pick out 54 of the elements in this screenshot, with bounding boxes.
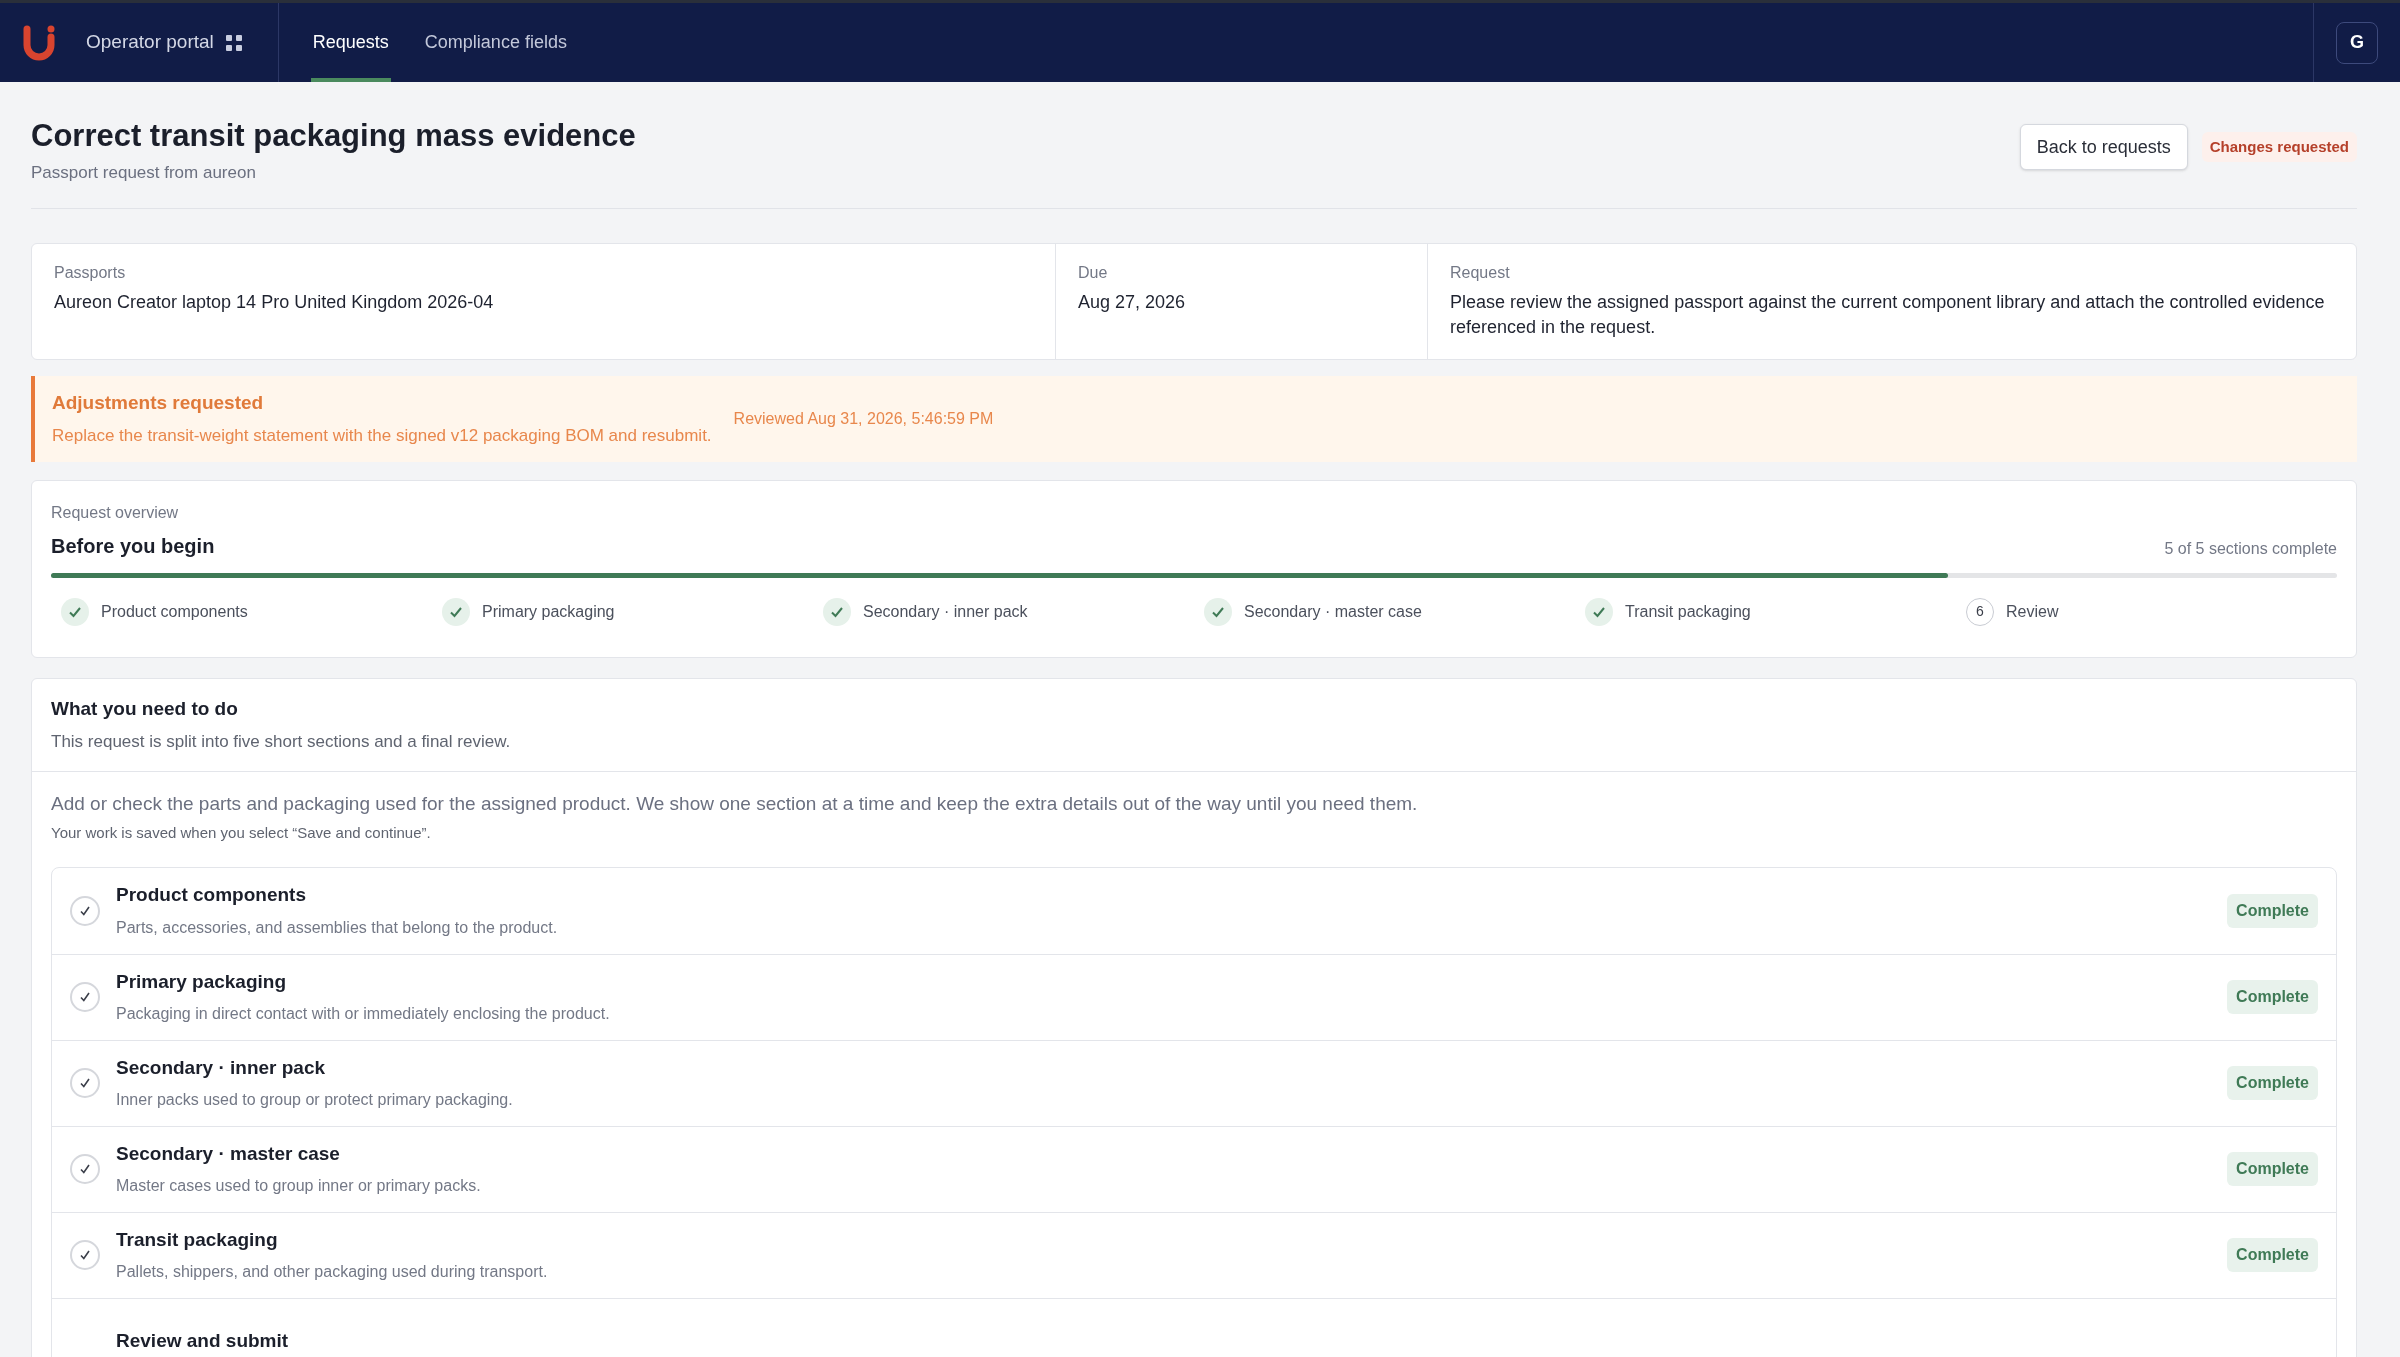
grid-icon [225,34,242,51]
alert-title: Adjustments requested [52,390,265,415]
section-title: Transit packaging [116,1227,279,1252]
page-title: Correct transit packaging mass evidence [31,117,636,155]
status-badge: Complete [2227,1066,2318,1100]
status-badge: Complete [2227,893,2318,928]
section-row[interactable]: Transit packaging Pallets, shippers, and other packaging used during transport. Complete [52,1211,2336,1298]
section-description: Master cases used to group inner or primary packs. [116,1176,482,1197]
nav-tab[interactable]: Requests [310,3,391,82]
field-value: Aureon Creator laptop 14 Pro United Kingdom 2026-04 [54,290,495,314]
overview-title: Before you begin [51,533,215,559]
back-button[interactable]: Back to requests [2019,124,2188,170]
field-value: Please review the assigned passport against the current component library and attach the controlled evidence referenced in the request. [1450,290,2326,339]
section-title: Primary packaging [116,969,288,994]
step-label: Secondary · inner pack [863,601,1028,622]
step-label: Secondary · master case [1244,601,1422,622]
section-row[interactable]: Secondary · master case Master cases used to group inner or primary packs. Complete [52,1125,2336,1212]
step-label: Review [2006,601,2059,622]
section-row[interactable]: Product components Parts, accessories, and assemblies that belong to the product. Complete [52,867,2336,954]
section-title: Secondary · master case [116,1141,341,1166]
section-row[interactable]: Review and submit [52,1297,2336,1357]
section-description: Parts, accessories, and assemblies that belong to the product. [116,917,559,938]
section-row[interactable]: Secondary · inner pack Inner packs used to group or protect primary packaging. Complete [52,1039,2336,1126]
field-value: Aug 27, 2026 [1078,290,1187,314]
field-label: Request [1450,262,1511,283]
save-note: Your work is saved when you select “Save and continue”. [51,823,432,843]
step-label: Primary packaging [482,601,615,622]
tasks-title: What you need to do [51,696,239,721]
status-badge: Complete [2227,1238,2318,1272]
section-title: Product components [116,883,307,908]
user-avatar[interactable]: G [2336,21,2378,64]
review-time: Reviewed Aug 31, 2026, 5:46:59 PM [733,408,994,429]
status-badge: Changes requested [2201,131,2357,163]
section-description: Packaging in direct contact with or immediately enclosing the product. [116,1004,611,1025]
progress-summary: 5 of 5 sections complete [2164,538,2337,559]
status-badge: Complete [2227,980,2318,1014]
field-label: Due [1078,262,1109,283]
overview-label: Request overview [51,502,180,523]
status-badge: Complete [2227,1152,2318,1186]
section-title: Secondary · inner pack [116,1055,327,1080]
tasks-subtitle: This request is split into five short sections and a final review. [51,731,512,753]
section-description: Inner packs used to group or protect primary packaging. [116,1090,514,1111]
nav-tab[interactable]: Compliance fields [422,3,569,82]
section-description: Pallets, shippers, and other packaging used during transport. [116,1262,549,1283]
logo-icon [22,24,56,61]
field-label: Passports [54,262,127,283]
page-subtitle: Passport request from aureon [31,162,257,184]
step-label: Transit packaging [1625,601,1751,622]
step-label: Product components [101,601,248,622]
section-title: Review and submit [116,1328,290,1353]
intro-text: Add or check the parts and packaging used for the assigned product. We show one section at a time and keep the extra details out of the way until you need them. [51,791,1419,816]
alert-message: Replace the transit-weight statement with the signed v12 packaging BOM and resubmit. [52,425,712,447]
section-row[interactable]: Primary packaging Packaging in direct contact with or immediately enclosing the product. Complete [52,953,2336,1040]
portal-label: Operator portal [86,30,214,55]
